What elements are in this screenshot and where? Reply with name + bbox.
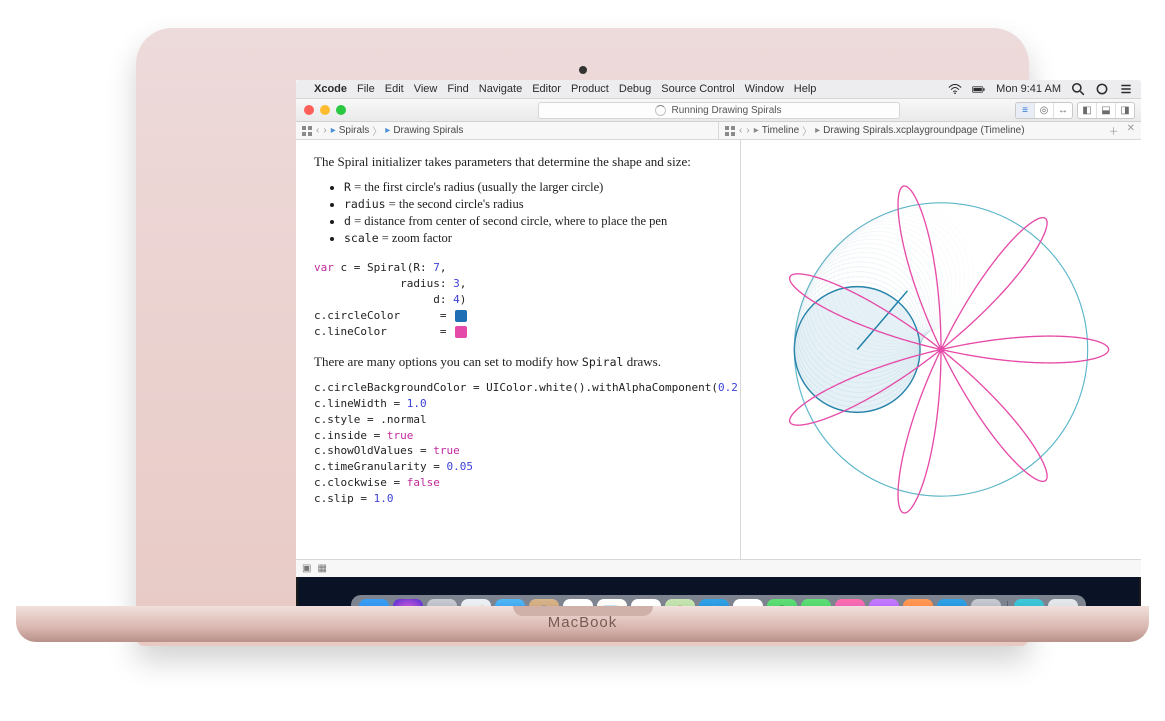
line-color-swatch[interactable] <box>455 326 467 338</box>
related-items-icon[interactable] <box>302 126 312 136</box>
crumb-2[interactable]: Drawing Spirals <box>393 125 463 136</box>
menu-find[interactable]: Find <box>447 83 468 95</box>
crumb-1[interactable]: Spirals <box>339 125 370 136</box>
crumb-r2[interactable]: Drawing Spirals.xcplaygroundpage (Timeli… <box>823 125 1024 136</box>
code-block-2[interactable]: c.circleBackgroundColor = UIColor.white(… <box>314 380 722 508</box>
related-items-icon[interactable] <box>725 126 735 136</box>
camera-dot <box>579 66 587 74</box>
doc-list: R = the first circle's radius (usually t… <box>344 180 722 246</box>
activity-status: Running Drawing Spirals <box>538 102 900 119</box>
timeline-icon: ▸ <box>754 125 759 136</box>
zoom-button[interactable] <box>336 105 346 115</box>
bottom-panel-icon[interactable]: ⬓ <box>1096 103 1115 118</box>
menu-edit[interactable]: Edit <box>385 83 404 95</box>
macos-menubar: Xcode File Edit View Find Navigate Edito… <box>296 80 1141 98</box>
version-editor-icon[interactable]: ↔ <box>1053 103 1072 118</box>
spotlight-icon[interactable] <box>1071 83 1085 95</box>
toggle-console-icon[interactable]: ▣ <box>302 563 311 574</box>
circle-color-swatch[interactable] <box>455 310 467 322</box>
close-button[interactable] <box>304 105 314 115</box>
titlebar: Running Drawing Spirals ≡ ◎ ↔ ◧ ⬓ ◨ <box>296 99 1141 122</box>
toggle-debug-icon[interactable]: ▦ <box>317 563 326 574</box>
spinner-icon <box>655 105 666 116</box>
device-label: MacBook <box>16 614 1149 631</box>
minimize-button[interactable] <box>320 105 330 115</box>
timeline-live-view <box>741 140 1141 559</box>
page-icon: ▸ <box>385 125 390 136</box>
page-icon: ▸ <box>815 125 820 136</box>
menu-file[interactable]: File <box>357 83 375 95</box>
code-block-1[interactable]: var c = Spiral(R: 7, radius: 3, d: 4) c.… <box>314 260 722 340</box>
panel-toggle-segment[interactable]: ◧ ⬓ ◨ <box>1077 102 1135 119</box>
wifi-icon[interactable] <box>948 83 962 95</box>
close-assistant-icon[interactable]: ✕ <box>1127 123 1135 138</box>
editor-mode-segment[interactable]: ≡ ◎ ↔ <box>1015 102 1073 119</box>
jumpbar-right[interactable]: ‹ › ▸ Timeline 〉 ▸ Drawing Spirals.xcpla… <box>718 122 1141 139</box>
playground-icon: ▸ <box>331 125 336 136</box>
sync-icon[interactable] <box>1095 83 1109 95</box>
status-text: Running Drawing Spirals <box>671 105 781 116</box>
notification-center-icon[interactable] <box>1119 83 1133 95</box>
menu-debug[interactable]: Debug <box>619 83 651 95</box>
left-panel-icon[interactable]: ◧ <box>1078 103 1096 118</box>
add-icon[interactable]: ＋ <box>1109 123 1119 138</box>
assistant-editor-icon[interactable]: ◎ <box>1034 103 1053 118</box>
standard-editor-icon[interactable]: ≡ <box>1016 103 1034 118</box>
back-icon[interactable]: ‹ <box>739 125 742 136</box>
crumb-r1[interactable]: Timeline <box>762 125 799 136</box>
menu-navigate[interactable]: Navigate <box>479 83 522 95</box>
battery-icon[interactable] <box>972 83 986 95</box>
forward-icon[interactable]: › <box>323 125 326 136</box>
jumpbar-left[interactable]: ‹ › ▸ Spirals 〉 ▸ Drawing Spirals <box>296 122 718 139</box>
menu-editor[interactable]: Editor <box>532 83 561 95</box>
laptop-base: MacBook <box>16 606 1149 642</box>
xcode-window: Running Drawing Spirals ≡ ◎ ↔ ◧ ⬓ ◨ <box>296 98 1141 577</box>
doc-paragraph-2: There are many options you can set to mo… <box>314 354 722 370</box>
spirograph-render <box>741 140 1141 559</box>
menubar-clock[interactable]: Mon 9:41 AM <box>996 83 1061 95</box>
playground-editor[interactable]: The Spiral initializer takes parameters … <box>296 140 741 559</box>
right-panel-icon[interactable]: ◨ <box>1115 103 1134 118</box>
app-menu[interactable]: Xcode <box>314 83 347 95</box>
menu-window[interactable]: Window <box>745 83 784 95</box>
menu-view[interactable]: View <box>414 83 438 95</box>
back-icon[interactable]: ‹ <box>316 125 319 136</box>
menu-help[interactable]: Help <box>794 83 817 95</box>
debug-bar: ▣ ▦ <box>296 559 1141 577</box>
menu-product[interactable]: Product <box>571 83 609 95</box>
menu-sourcecontrol[interactable]: Source Control <box>661 83 734 95</box>
forward-icon[interactable]: › <box>746 125 749 136</box>
doc-paragraph: The Spiral initializer takes parameters … <box>314 154 722 170</box>
